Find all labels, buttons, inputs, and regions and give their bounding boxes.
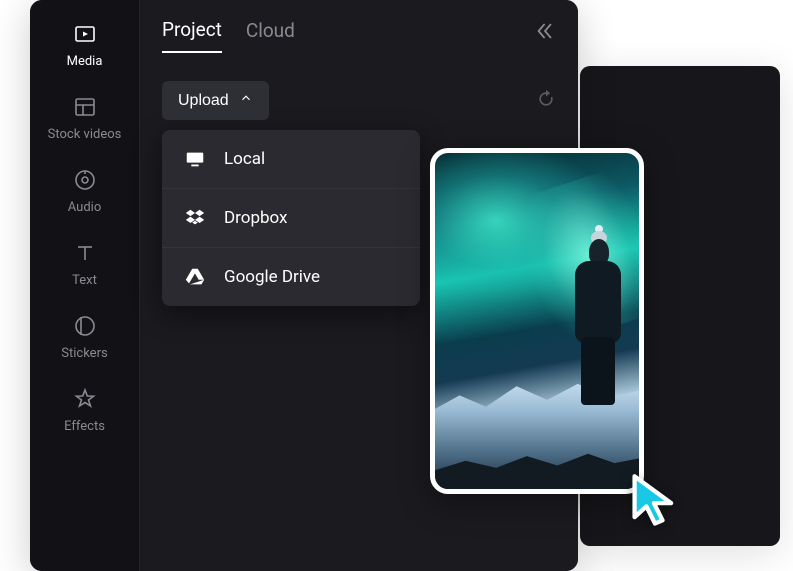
thumbnail-decoration	[567, 239, 627, 409]
upload-option-google-drive[interactable]: Google Drive	[162, 248, 420, 306]
sidebar-item-audio[interactable]: Audio	[30, 166, 139, 215]
sidebar-item-label: Stickers	[61, 346, 107, 361]
upload-dropdown: Local Dropbox Google Drive	[162, 130, 420, 306]
sidebar-item-stickers[interactable]: Stickers	[30, 312, 139, 361]
tab-cloud[interactable]: Cloud	[246, 19, 295, 52]
sidebar-item-label: Effects	[64, 419, 105, 434]
sidebar-item-text[interactable]: Text	[30, 239, 139, 288]
chevron-up-icon	[239, 91, 253, 110]
upload-button-label: Upload	[178, 92, 229, 110]
sidebar-item-label: Media	[67, 54, 103, 69]
stock-videos-icon	[71, 93, 99, 121]
media-thumbnail[interactable]	[430, 148, 644, 494]
dropbox-icon	[184, 207, 206, 229]
collapse-panel-button[interactable]	[534, 20, 556, 46]
sidebar-item-label: Text	[72, 273, 97, 288]
monitor-icon	[184, 148, 206, 170]
stickers-icon	[71, 312, 99, 340]
upload-option-local[interactable]: Local	[162, 130, 420, 189]
upload-row: Upload	[162, 81, 556, 120]
tab-project[interactable]: Project	[162, 18, 222, 53]
upload-option-label: Google Drive	[224, 267, 320, 287]
text-icon	[71, 239, 99, 267]
upload-option-dropbox[interactable]: Dropbox	[162, 189, 420, 248]
tab-bar: Project Cloud	[162, 18, 556, 53]
upload-button[interactable]: Upload	[162, 81, 269, 120]
sidebar-item-label: Stock videos	[48, 127, 122, 142]
sidebar: Media Stock videos Audio Text Stickers	[30, 0, 140, 571]
refresh-button[interactable]	[536, 89, 556, 113]
sidebar-item-stock-videos[interactable]: Stock videos	[30, 93, 139, 142]
effects-icon	[71, 385, 99, 413]
sidebar-item-label: Audio	[68, 200, 101, 215]
sidebar-item-media[interactable]: Media	[30, 20, 139, 69]
sidebar-item-effects[interactable]: Effects	[30, 385, 139, 434]
audio-icon	[71, 166, 99, 194]
upload-option-label: Dropbox	[224, 208, 288, 228]
google-drive-icon	[184, 266, 206, 288]
media-icon	[71, 20, 99, 48]
upload-option-label: Local	[224, 149, 265, 169]
cursor-icon	[628, 472, 682, 534]
